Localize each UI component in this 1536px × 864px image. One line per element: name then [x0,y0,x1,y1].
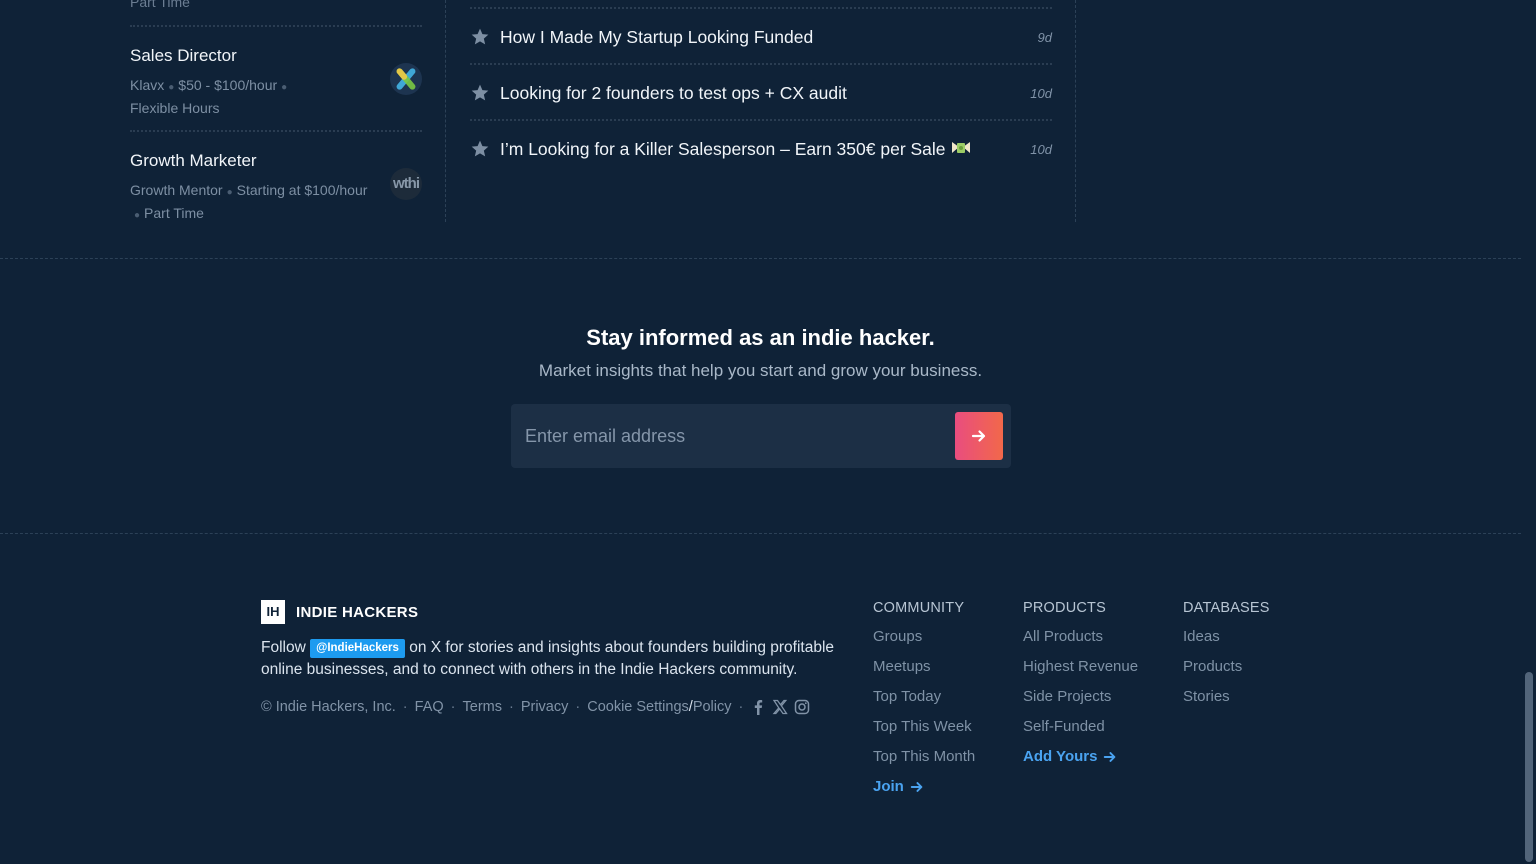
star-icon[interactable] [470,83,490,103]
separator-dot: ● [168,82,175,93]
job-card-sales-director[interactable]: Sales Director Klavx ● $50 - $100/hour ● Fl… [130,46,422,119]
job-pay: Starting at $100/hour [236,182,368,198]
job-title[interactable]: Growth Marketer [130,151,422,171]
separator-dot: ● [134,210,141,221]
privacy-link[interactable]: Privacy [521,699,569,715]
subscribe-button[interactable] [955,412,1003,460]
jobs-column: Part Time Sales Director Klavx ● $50 - $10… [130,0,446,222]
email-input[interactable] [511,404,951,468]
footer-link-ideas[interactable]: Ideas [1183,628,1270,658]
job-meta: Growth Mentor ● Starting at $100/hour ● Par… [130,180,375,226]
footer-link-top-this-week[interactable]: Top This Week [873,718,975,748]
footer-about: Follow @IndieHackers on X for stories an… [261,637,841,681]
arrow-right-icon [1104,751,1116,762]
footer-link-self-funded[interactable]: Self-Funded [1023,718,1138,748]
facebook-icon[interactable] [750,699,766,715]
company-logo-growth-mentor: wthi [390,168,422,200]
add-yours-link[interactable]: Add Yours [1023,748,1138,765]
scrollbar[interactable] [1521,0,1536,864]
separator-dot: · [450,699,456,715]
job-schedule: Flexible Hours [130,100,220,116]
post-title[interactable]: Looking for 2 founders to test ops + CX … [500,83,1030,104]
footer-link-side-projects[interactable]: Side Projects [1023,688,1138,718]
separator-dot: ● [226,187,233,198]
job-pay: $50 - $100/hour [178,77,278,93]
x-handle-link[interactable]: @IndieHackers [310,639,405,658]
footer-link-highest-revenue[interactable]: Highest Revenue [1023,658,1138,688]
separator-dot: · [402,699,408,715]
job-meta: Klavx ● $50 - $100/hour ● Flexible Hours [130,75,375,119]
newsletter-section: Stay informed as an indie hacker. Market… [0,325,1521,468]
terms-link[interactable]: Terms [463,699,502,715]
arrow-right-icon [971,430,986,442]
footer-link-stories[interactable]: Stories [1183,688,1270,718]
cookie-settings-link[interactable]: Cookie Settings [587,699,689,715]
newsletter-heading: Stay informed as an indie hacker. [586,325,935,350]
post-title[interactable]: How I Made My Startup Looking Funded [500,27,1038,48]
post-title-wrapper[interactable]: I’m Looking for a Killer Salesperson – E… [500,138,1030,160]
post-age: 10d [1030,85,1052,101]
separator-dot: · [575,699,581,715]
star-icon[interactable] [470,139,490,159]
newsletter-subheading: Market insights that help you start and … [538,361,983,380]
job-meta-fragment: Part Time [130,0,190,10]
add-yours-label[interactable]: Add Yours [1023,748,1097,765]
footer-col-products: PRODUCTS All Products Highest Revenue Si… [1023,600,1138,765]
databases-heading: DATABASES [1183,600,1270,616]
content-region: Part Time Sales Director Klavx ● $50 - $10… [0,0,1536,258]
job-company: Growth Mentor [130,182,223,198]
join-link[interactable]: Join [873,778,975,795]
job-title[interactable]: Sales Director [130,46,422,66]
brand-name[interactable]: INDIE HACKERS [296,604,418,621]
arrow-right-icon [910,781,923,792]
copyright: © Indie Hackers, Inc. [261,699,396,715]
post-age: 9d [1037,29,1052,45]
policy-link[interactable]: Policy [693,699,732,715]
job-divider [130,130,422,132]
job-divider [130,25,422,27]
footer-link-top-today[interactable]: Top Today [873,688,975,718]
footer-link-products[interactable]: Products [1183,658,1270,688]
footer-link-top-this-month[interactable]: Top This Month [873,748,975,778]
newsletter-form [511,404,1011,468]
scrollbar-thumb[interactable] [1525,672,1533,862]
job-schedule: Part Time [144,205,204,221]
follow-text: Follow [261,639,306,656]
instagram-icon[interactable] [794,699,810,715]
faq-link[interactable]: FAQ [415,699,444,715]
separator-dot: · [738,699,744,715]
section-divider [0,533,1521,534]
posts-column: How I Made My Startup Looking Funded 9d … [470,0,1076,222]
job-card-growth-marketer[interactable]: Growth Marketer Growth Mentor ● Starting a… [130,151,422,226]
x-icon[interactable] [772,699,789,715]
footer-col-databases: DATABASES Ideas Products Stories [1183,600,1270,718]
post-item[interactable]: I’m Looking for a Killer Salesperson – E… [470,121,1052,177]
job-company: Klavx [130,77,165,93]
join-label[interactable]: Join [873,778,904,795]
footer-legal: © Indie Hackers, Inc. · FAQ · Terms · Pr… [261,699,816,715]
separator-dot: ● [281,82,288,93]
products-heading: PRODUCTS [1023,600,1106,616]
post-item[interactable]: Looking for 2 founders to test ops + CX … [470,65,1052,121]
footer-brand[interactable]: IH INDIE HACKERS [261,600,418,624]
company-logo-klavx [390,63,422,95]
footer-link-all-products[interactable]: All Products [1023,628,1138,658]
post-item[interactable]: How I Made My Startup Looking Funded 9d [470,9,1052,65]
footer-link-groups[interactable]: Groups [873,628,975,658]
footer-link-meetups[interactable]: Meetups [873,658,975,688]
star-icon[interactable] [470,27,490,47]
indie-hackers-logo[interactable]: IH [261,600,285,624]
post-title[interactable]: I’m Looking for a Killer Salesperson – E… [500,139,946,159]
money-wings-emoji-icon [951,142,970,153]
footer-col-community: COMMUNITY Groups Meetups Top Today Top T… [873,600,975,795]
community-heading: COMMUNITY [873,600,965,616]
separator-dot: · [508,699,514,715]
post-age: 10d [1030,141,1052,157]
section-divider [0,258,1521,259]
